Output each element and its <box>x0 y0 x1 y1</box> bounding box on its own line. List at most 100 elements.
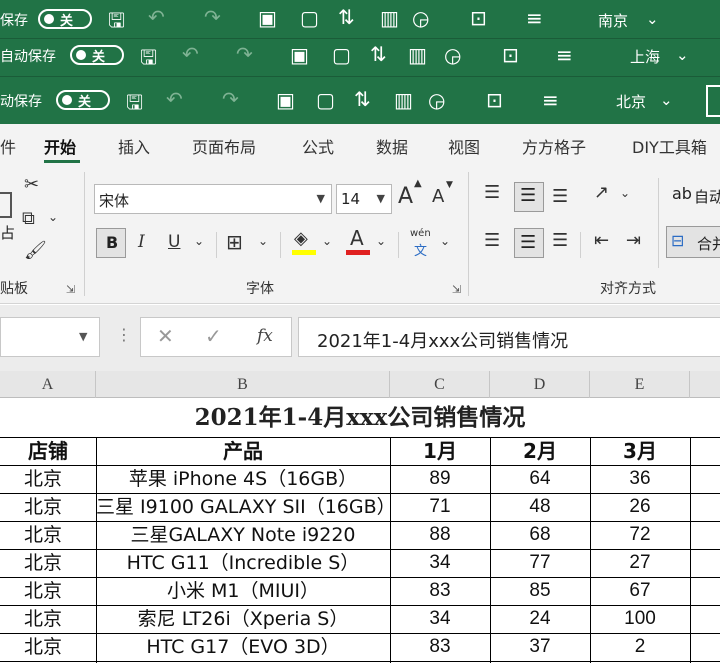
tab-formulas[interactable]: 公式 <box>302 134 334 158</box>
tab-view[interactable]: 视图 <box>448 134 480 158</box>
tab-insert[interactable]: 插入 <box>118 134 150 158</box>
more-icon[interactable]: ≡ <box>542 88 559 112</box>
print-preview-icon[interactable]: ▣ <box>258 6 277 30</box>
cell-jan[interactable]: 34 <box>390 549 490 577</box>
align-top-icon[interactable]: ☰ <box>484 182 500 203</box>
print-preview-icon[interactable]: ▣ <box>276 88 295 112</box>
new-file-icon[interactable]: ▢ <box>300 6 319 30</box>
location-dropdown-icon[interactable]: ⌄ <box>660 91 673 109</box>
formula-input[interactable]: 2021年1-4月xxx公司销售情况 <box>298 317 720 357</box>
cell-jan[interactable]: 83 <box>390 633 490 661</box>
cell-store[interactable]: 北京 <box>0 521 96 549</box>
cell-product[interactable]: 三星GALAXY Note i9220 <box>96 521 390 549</box>
sort-icon[interactable]: ⇅ <box>338 5 355 29</box>
tab-fangfang[interactable]: 方方格子 <box>522 134 586 158</box>
header-cell-feb[interactable]: 2月 <box>490 437 590 465</box>
font-color-button[interactable]: A <box>350 226 364 250</box>
grow-font-button[interactable]: A <box>398 184 413 209</box>
bold-button[interactable]: B <box>96 228 126 258</box>
merge-center-button[interactable]: ⊟ 合并 <box>666 226 720 258</box>
font-name-select[interactable]: 宋体 ▼ <box>94 184 332 214</box>
cell-feb[interactable]: 77 <box>490 549 590 577</box>
header-cell-store[interactable]: 店铺 <box>0 437 96 465</box>
cell-jan[interactable]: 83 <box>390 577 490 605</box>
sheet-title[interactable]: 2021年1-4月xxx公司销售情况 <box>0 398 720 437</box>
cell-jan[interactable]: 88 <box>390 521 490 549</box>
font-color-dropdown-icon[interactable]: ⌄ <box>376 234 386 248</box>
tab-page-layout[interactable]: 页面布局 <box>192 134 256 158</box>
location-dropdown-icon[interactable]: ⌄ <box>676 46 689 64</box>
save-icon[interactable]: 🖫 <box>108 6 125 38</box>
more-icon[interactable]: ≡ <box>556 43 573 67</box>
cell-feb[interactable]: 37 <box>490 633 590 661</box>
cancel-icon[interactable]: ✕ <box>157 324 174 348</box>
column-header-b[interactable]: B <box>96 371 390 398</box>
cell-product[interactable]: 索尼 LT26i（Xperia S） <box>96 605 390 633</box>
column-header-c[interactable]: C <box>390 371 490 398</box>
underline-button[interactable]: U <box>168 232 180 252</box>
redo-icon[interactable]: ↷ <box>236 42 253 66</box>
shapes-icon[interactable]: ◶ <box>444 43 461 67</box>
underline-dropdown-icon[interactable]: ⌄ <box>194 234 204 248</box>
cell-mar[interactable]: 72 <box>590 521 690 549</box>
cell-mar[interactable]: 100 <box>590 605 690 633</box>
redo-icon[interactable]: ↷ <box>204 5 221 29</box>
cell-mar[interactable]: 27 <box>590 549 690 577</box>
worksheet-grid[interactable]: 2021年1-4月xxx公司销售情况 店铺 产品 1月 2月 3月 北京 苹果 iPhone… <box>0 398 720 669</box>
chart-icon[interactable]: ▥ <box>394 88 413 112</box>
column-header-e[interactable]: E <box>590 371 690 398</box>
cell-store[interactable]: 北京 <box>0 633 96 661</box>
header-cell-mar[interactable]: 3月 <box>590 437 690 465</box>
copy-dropdown-icon[interactable]: ⌄ <box>48 210 58 224</box>
copy-icon[interactable]: ⧉ <box>22 208 35 229</box>
chart-icon[interactable]: ▥ <box>380 6 399 30</box>
cell-jan[interactable]: 89 <box>390 465 490 493</box>
text-box-icon[interactable]: ⊡ <box>502 43 519 67</box>
phonetic-top[interactable]: wén <box>410 228 431 239</box>
cell-product[interactable]: 三星 I9100 GALAXY SII（16GB） <box>96 493 390 521</box>
border-dropdown-icon[interactable]: ⌄ <box>258 234 268 248</box>
cell-jan[interactable]: 34 <box>390 605 490 633</box>
wrap-text-icon[interactable]: ab <box>672 184 692 203</box>
cell-product[interactable]: 小米 M1（MIUI） <box>96 577 390 605</box>
clipboard-launcher-icon[interactable]: ⇲ <box>66 283 75 296</box>
font-launcher-icon[interactable]: ⇲ <box>452 283 461 296</box>
cell-product[interactable]: HTC G17（EVO 3D） <box>96 633 390 661</box>
chart-icon[interactable]: ▥ <box>408 43 427 67</box>
cell-store[interactable]: 北京 <box>0 549 96 577</box>
cell-feb[interactable]: 24 <box>490 605 590 633</box>
align-right-icon[interactable]: ☰ <box>552 230 568 251</box>
orientation-icon[interactable]: ↗ <box>594 182 609 203</box>
cell-mar[interactable]: 67 <box>590 577 690 605</box>
save-icon[interactable]: 🖫 <box>140 43 157 76</box>
autosave-toggle[interactable]: 关 <box>70 45 124 65</box>
header-cell-product[interactable]: 产品 <box>96 437 390 465</box>
tab-diy-toolbox[interactable]: DIY工具箱 <box>632 134 707 158</box>
italic-button[interactable]: I <box>138 232 145 252</box>
sort-icon[interactable]: ⇅ <box>370 42 387 66</box>
name-box[interactable]: ▼ <box>0 317 100 357</box>
cut-icon[interactable]: ✂ <box>24 174 39 195</box>
fill-color-dropdown-icon[interactable]: ⌄ <box>322 234 332 248</box>
autosave-toggle[interactable]: 关 <box>38 9 92 29</box>
text-box-icon[interactable]: ⊡ <box>470 6 487 30</box>
tab-home[interactable]: 开始 <box>44 134 76 158</box>
window-restore-icon[interactable] <box>706 85 720 117</box>
cell-store[interactable]: 北京 <box>0 577 96 605</box>
text-box-icon[interactable]: ⊡ <box>486 88 503 112</box>
new-file-icon[interactable]: ▢ <box>316 88 335 112</box>
format-painter-icon[interactable]: 🖌 <box>24 240 47 261</box>
border-icon[interactable]: ⊞ <box>226 230 243 254</box>
tab-file[interactable]: 件 <box>0 134 16 158</box>
undo-icon[interactable]: ↶ <box>166 87 183 111</box>
shapes-icon[interactable]: ◶ <box>412 6 429 30</box>
shrink-font-button[interactable]: A <box>432 186 444 207</box>
cell-product[interactable]: 苹果 iPhone 4S（16GB） <box>96 465 390 493</box>
autosave-toggle[interactable]: 关 <box>56 90 110 110</box>
cell-feb[interactable]: 85 <box>490 577 590 605</box>
cell-mar[interactable]: 26 <box>590 493 690 521</box>
cell-store[interactable]: 北京 <box>0 465 96 493</box>
undo-icon[interactable]: ↶ <box>182 42 199 66</box>
decrease-indent-icon[interactable]: ⇤ <box>594 230 609 251</box>
save-icon[interactable]: 🖫 <box>126 88 143 122</box>
